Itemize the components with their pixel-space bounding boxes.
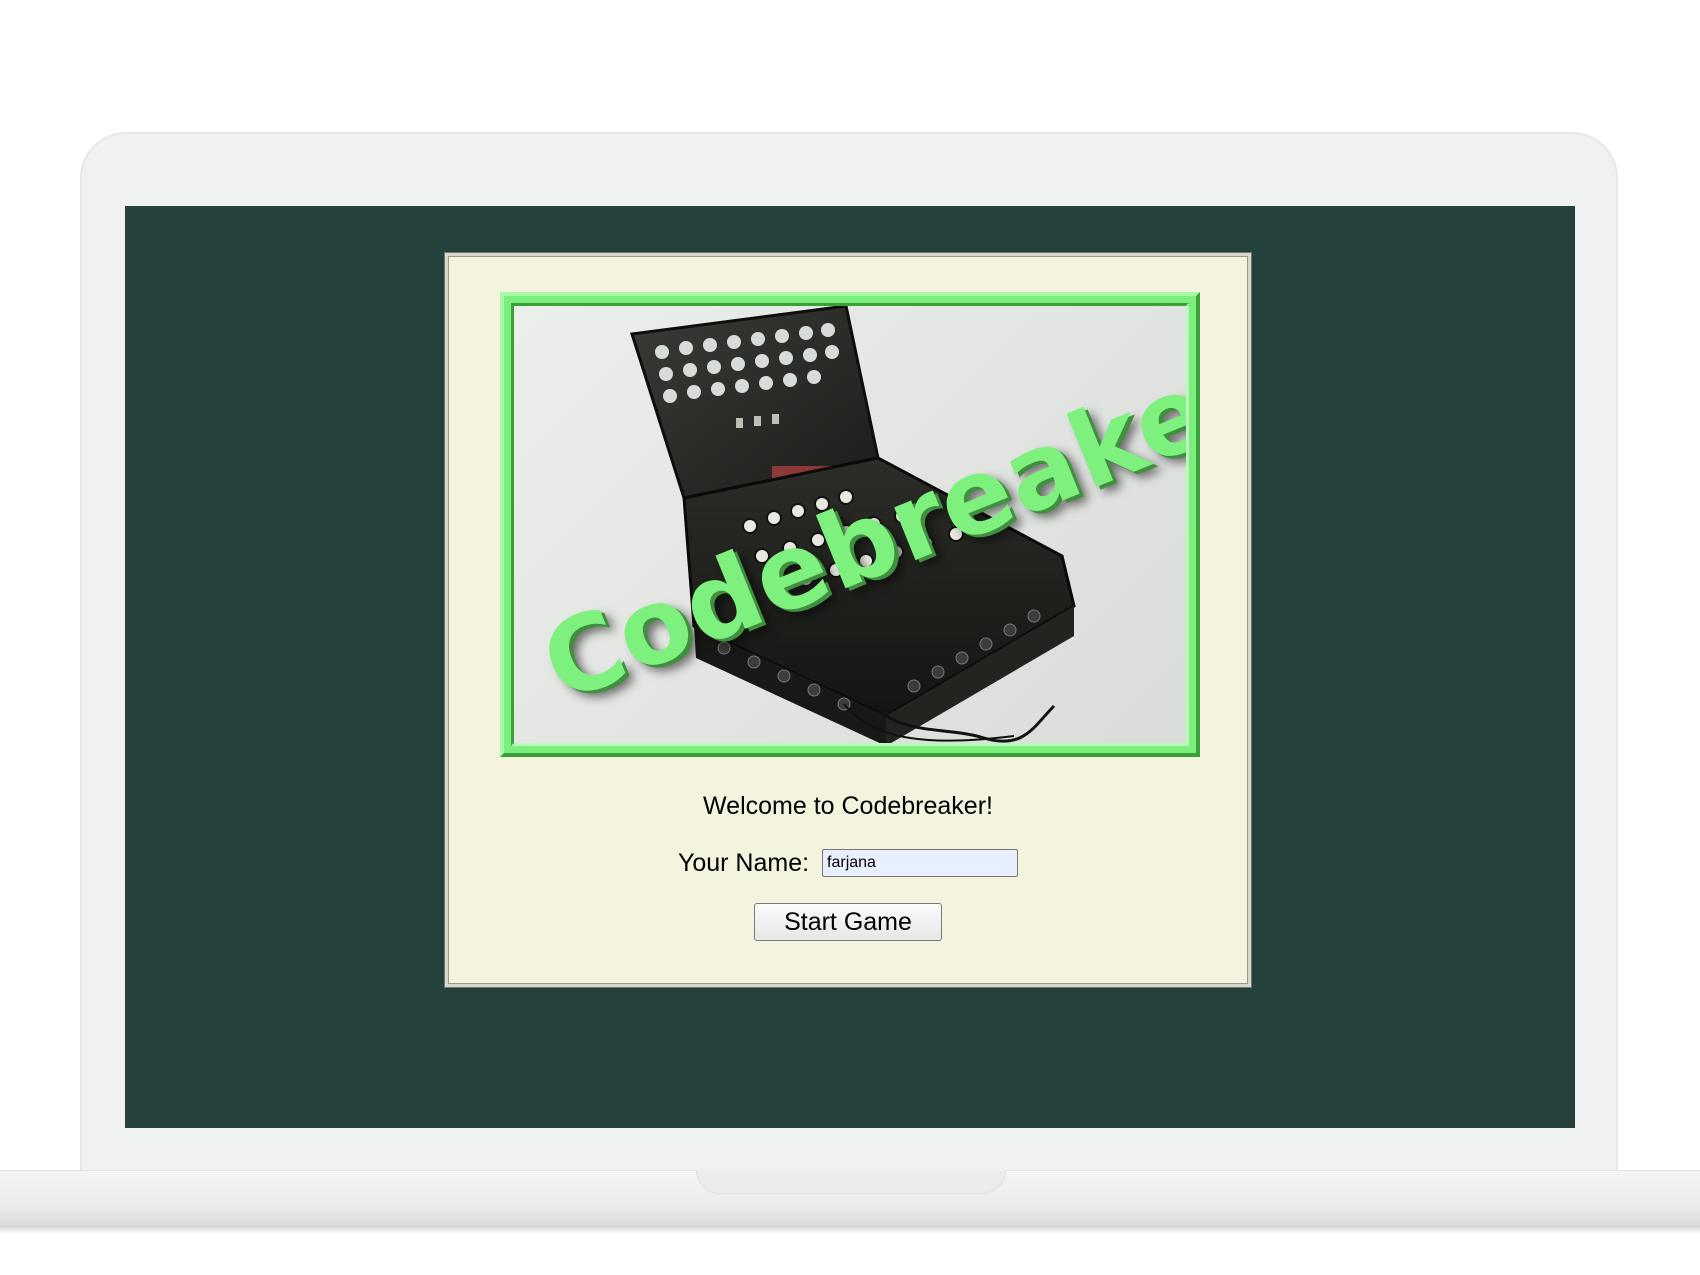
welcome-message: Welcome to Codebreaker! [703, 792, 993, 820]
name-label: Your Name: [677, 848, 810, 877]
start-game-button[interactable]: Start Game [754, 903, 942, 941]
laptop-notch [696, 1170, 1006, 1194]
name-input[interactable] [822, 849, 1019, 878]
welcome-panel: Codebreaker! Welcome to Codebreaker! You… [445, 253, 1251, 987]
name-row: Your Name: [448, 848, 1248, 878]
laptop-base-shadow [0, 1226, 1700, 1234]
enigma-banner-image: Codebreaker! [511, 303, 1189, 746]
banner-frame: Codebreaker! [500, 292, 1200, 757]
app-screen: Codebreaker! Welcome to Codebreaker! You… [125, 206, 1575, 1128]
